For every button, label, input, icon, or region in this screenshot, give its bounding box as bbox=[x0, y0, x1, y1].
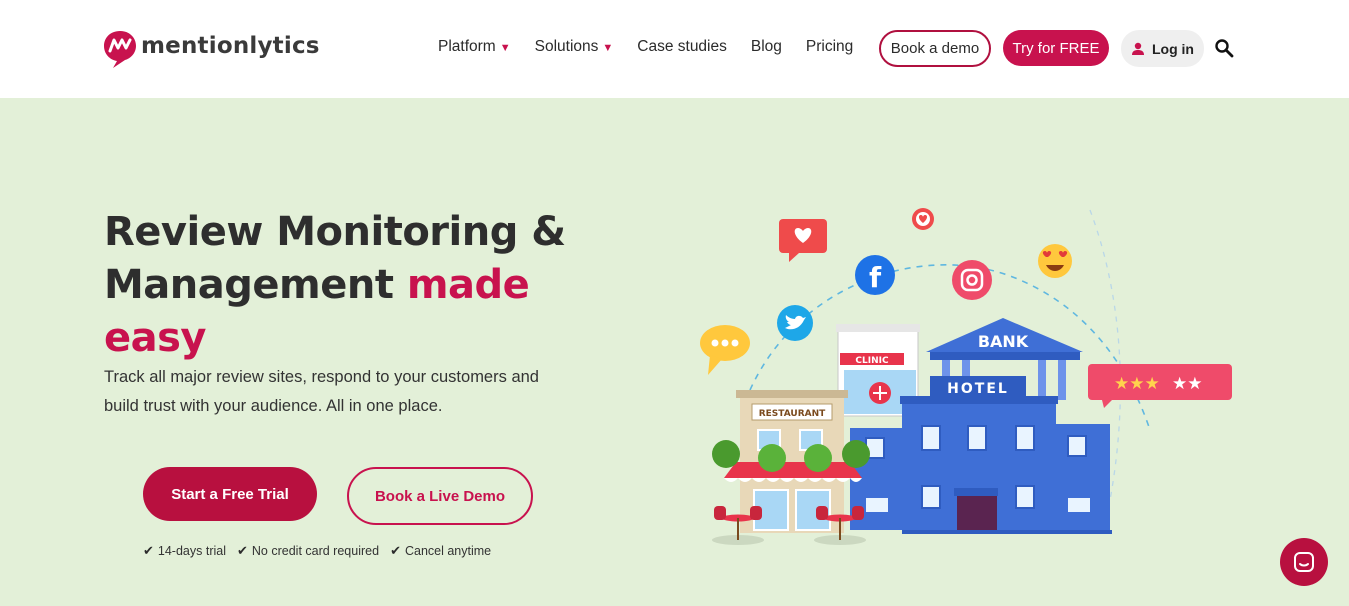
main-nav: Platform ▼ Solutions ▼ Case studies Blog… bbox=[438, 38, 877, 56]
heart-eyes-emoji-icon bbox=[1038, 244, 1072, 278]
chevron-down-icon: ▼ bbox=[602, 41, 614, 54]
login-label: Log in bbox=[1152, 40, 1194, 57]
hero-title-line1: Review Monitoring & bbox=[104, 209, 566, 255]
hero-title-accent-easy: easy bbox=[104, 315, 207, 361]
chat-icon bbox=[1294, 552, 1314, 572]
user-icon bbox=[1132, 42, 1144, 55]
stars-empty: ★★ bbox=[1172, 374, 1202, 394]
stars-filled: ★★★ bbox=[1114, 374, 1160, 394]
nav-platform-label: Platform bbox=[438, 38, 496, 55]
site-header: mentionlytics Platform ▼ Solutions ▼ Cas… bbox=[0, 0, 1349, 98]
hero-title-line2: Management bbox=[104, 262, 394, 308]
facebook-icon: f bbox=[855, 255, 895, 295]
login-button[interactable]: Log in bbox=[1121, 30, 1204, 67]
nav-pricing-label: Pricing bbox=[805, 38, 854, 55]
perk-item: ✔ Cancel anytime bbox=[390, 543, 491, 559]
nav-blog[interactable]: Blog bbox=[751, 38, 782, 56]
logo-text: mentionlytics bbox=[141, 33, 320, 59]
perk-item: ✔ 14-days trial bbox=[143, 543, 226, 559]
rating-bubble: ★★★ ★★ bbox=[1088, 364, 1232, 408]
nav-solutions[interactable]: Solutions ▼ bbox=[535, 38, 614, 56]
restaurant-sign: RESTAURANT bbox=[759, 409, 826, 419]
chevron-down-icon: ▼ bbox=[499, 41, 511, 54]
nav-case-studies[interactable]: Case studies bbox=[637, 38, 727, 56]
nav-solutions-label: Solutions bbox=[534, 38, 599, 55]
perk-item: ✔ No credit card required bbox=[237, 543, 379, 559]
hero-subtitle: Track all major review sites, respond to… bbox=[104, 368, 539, 415]
nav-case-studies-label: Case studies bbox=[637, 38, 727, 55]
svg-text:f: f bbox=[869, 261, 882, 294]
nav-platform[interactable]: Platform ▼ bbox=[438, 38, 511, 56]
hero-illustration: f ★★★ ★★ CLINIC BANK HOTEL RESTAURANT bbox=[700, 208, 1232, 545]
perk-label: No credit card required bbox=[251, 544, 380, 558]
perks-list: ✔ 14-days trial ✔ No credit card require… bbox=[143, 543, 502, 559]
start-free-trial-button[interactable]: Start a Free Trial bbox=[143, 467, 317, 521]
perk-label: 14-days trial bbox=[157, 544, 226, 558]
heart-bubble-icon bbox=[779, 219, 827, 262]
chat-widget-button[interactable] bbox=[1280, 538, 1328, 586]
comment-bubble-icon bbox=[700, 325, 750, 375]
logo-icon bbox=[104, 31, 136, 68]
check-icon: ✔ bbox=[237, 543, 248, 558]
try-free-button[interactable]: Try for FREE bbox=[1003, 30, 1109, 66]
search-icon[interactable] bbox=[1214, 38, 1234, 58]
check-icon: ✔ bbox=[143, 543, 154, 558]
book-demo-button[interactable]: Book a demo bbox=[879, 30, 991, 67]
twitter-icon bbox=[777, 305, 813, 341]
check-icon: ✔ bbox=[390, 543, 401, 558]
hero-title: Review Monitoring & Management made easy bbox=[104, 206, 574, 365]
instagram-icon bbox=[952, 260, 992, 300]
hotel-sign: HOTEL bbox=[947, 381, 1009, 397]
perk-label: Cancel anytime bbox=[404, 544, 492, 558]
nav-pricing[interactable]: Pricing bbox=[806, 38, 853, 56]
nav-blog-label: Blog bbox=[750, 38, 782, 55]
logo[interactable]: mentionlytics bbox=[103, 29, 320, 69]
bank-sign: BANK bbox=[978, 332, 1029, 351]
clinic-sign: CLINIC bbox=[855, 356, 889, 366]
book-live-demo-button[interactable]: Book a Live Demo bbox=[347, 467, 533, 525]
hero-title-accent-made: made bbox=[406, 262, 530, 308]
small-heart-icon bbox=[912, 208, 934, 230]
